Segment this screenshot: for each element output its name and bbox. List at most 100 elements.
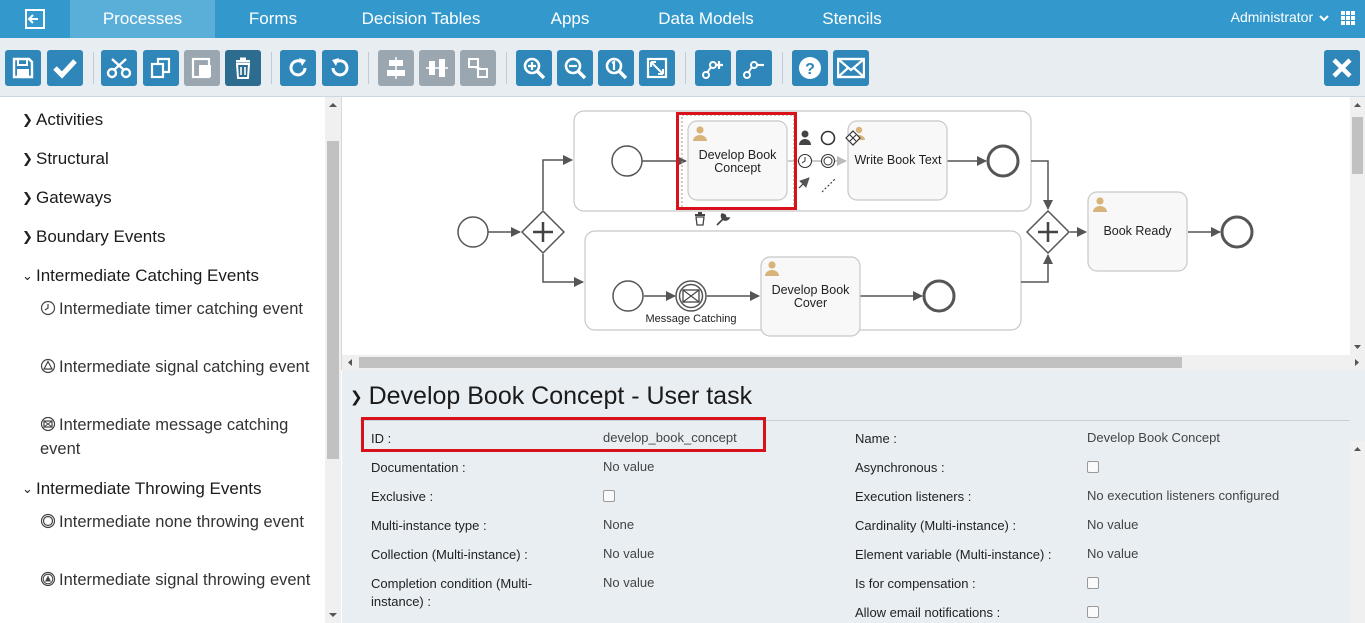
palette-item-signal-catching[interactable]: Intermediate signal catching event [40,355,315,379]
undo-icon [331,58,349,77]
zoom-fit-icon [646,57,668,79]
palette-group-intermediate-catching[interactable]: ⌄ Intermediate Catching Events [22,266,259,286]
palette-item-none-throwing[interactable]: Intermediate none throwing event [40,510,315,534]
apps-grid-icon[interactable] [1341,11,1355,25]
redo-icon [289,58,307,77]
cut-button[interactable] [101,50,137,86]
tab-stencils[interactable]: Stencils [783,0,921,38]
add-bendpoint-button[interactable] [695,50,731,86]
palette-group-boundary-events[interactable]: ❯ Boundary Events [22,227,165,247]
is-for-compensation-checkbox[interactable] [1087,577,1099,589]
save-button[interactable] [5,50,41,86]
validate-button[interactable] [47,50,83,86]
palette-group-label: Boundary Events [36,227,166,246]
timer-icon [40,300,56,316]
zoom-actual-icon [605,57,628,80]
zoom-in-button[interactable] [516,50,552,86]
palette-item-message-catching[interactable]: Intermediate message catching event [40,413,315,461]
sequence-flow[interactable] [1021,254,1053,283]
copy-button[interactable] [143,50,179,86]
align-vertical-button[interactable] [419,50,455,86]
prop-label-allow-email-notifications: Allow email notifications : [855,605,1001,620]
palette-group-intermediate-throwing[interactable]: ⌄ Intermediate Throwing Events [22,479,262,499]
tab-processes[interactable]: Processes [70,0,215,38]
palette-item-label: Intermediate signal catching event [59,358,310,376]
prop-value-multi-instance-type[interactable]: None [603,517,634,533]
tab-forms[interactable]: Forms [215,0,331,38]
process-canvas[interactable]: Develop Book Concept Write Book Text Boo… [341,97,1365,370]
email-button[interactable] [833,50,869,86]
palette-group-gateways[interactable]: ❯ Gateways [22,188,112,208]
paste-button[interactable] [184,50,220,86]
message-catching-event[interactable] [675,280,707,312]
properties-header[interactable]: ❯ Develop Book Concept - User task [350,382,752,411]
start-event[interactable] [611,145,643,177]
signal-throw-icon [40,571,56,587]
properties-scrollbar[interactable] [1350,441,1365,623]
tab-decision-tables[interactable]: Decision Tables [331,0,511,38]
redo-button[interactable] [280,50,316,86]
prop-value-element-variable[interactable]: No value [1087,546,1138,562]
chevron-right-icon: ❯ [22,151,33,166]
tab-data-models[interactable]: Data Models [629,0,783,38]
add-timer-event-icon[interactable] [797,153,813,169]
prop-value-name[interactable]: Develop Book Concept [1087,430,1220,446]
delete-button[interactable] [225,50,261,86]
trash-icon[interactable] [695,212,705,226]
wrench-icon[interactable] [716,213,731,226]
parallel-gateway[interactable] [520,209,566,255]
prop-value-collection[interactable]: No value [603,546,654,562]
align-horizontal-button[interactable] [378,50,414,86]
scroll-down-icon [1354,345,1361,349]
zoom-actual-button[interactable] [598,50,634,86]
top-navigation-bar: Processes Forms Decision Tables Apps Dat… [0,0,1365,38]
parallel-gateway[interactable] [1025,209,1071,255]
end-event[interactable] [922,279,956,313]
exclusive-checkbox[interactable] [603,490,615,502]
cut-icon [106,58,132,79]
zoom-out-button[interactable] [557,50,593,86]
allow-email-notifications-checkbox[interactable] [1087,606,1099,618]
delete-icon [235,57,251,79]
start-event[interactable] [457,216,489,248]
same-size-button[interactable] [460,50,496,86]
palette-scrollbar[interactable] [325,97,341,623]
help-button[interactable]: ? [792,50,828,86]
chevron-down-icon: ⌄ [22,481,33,496]
add-intermediate-event-icon[interactable] [820,153,836,169]
undo-button[interactable] [322,50,358,86]
palette-item-timer-catching[interactable]: Intermediate timer catching event [40,297,315,321]
canvas-horizontal-scroll-thumb[interactable] [359,357,1182,368]
chevron-right-icon: ❯ [22,229,33,244]
palette-scroll-thumb[interactable] [327,141,339,459]
prop-value-execution-listeners[interactable]: No execution listeners configured [1087,488,1279,504]
prop-value-cardinality[interactable]: No value [1087,517,1138,533]
prop-label-execution-listeners: Execution listeners : [855,489,972,504]
zoom-fit-button[interactable] [639,50,675,86]
sequence-flow[interactable] [1031,160,1053,210]
start-event[interactable] [612,280,644,312]
prop-value-completion-condition[interactable]: No value [603,575,654,591]
end-event[interactable] [986,144,1020,178]
scroll-left-icon [348,359,352,366]
prop-label-cardinality: Cardinality (Multi-instance) : [855,518,1017,533]
prop-value-documentation[interactable]: No value [603,459,654,475]
sequence-flow[interactable] [542,254,584,287]
end-event[interactable] [1220,215,1254,249]
tab-apps[interactable]: Apps [511,0,629,38]
palette-item-signal-throwing[interactable]: Intermediate signal throwing event [40,568,315,592]
canvas-horizontal-scrollbar[interactable] [342,355,1365,370]
remove-bendpoint-icon [743,61,764,79]
palette-group-activities[interactable]: ❯ Activities [22,110,103,130]
sequence-flow[interactable] [542,155,573,210]
user-menu[interactable]: Administrator [1231,0,1329,38]
canvas-vertical-scrollbar[interactable] [1350,97,1365,355]
remove-bendpoint-button[interactable] [736,50,772,86]
palette-group-structural[interactable]: ❯ Structural [22,149,109,169]
asynchronous-checkbox[interactable] [1087,461,1099,473]
canvas-vertical-scroll-thumb[interactable] [1352,117,1363,174]
back-logo-icon[interactable] [0,0,70,38]
message-icon [40,416,56,432]
email-icon [837,57,865,79]
close-editor-button[interactable] [1324,50,1360,86]
